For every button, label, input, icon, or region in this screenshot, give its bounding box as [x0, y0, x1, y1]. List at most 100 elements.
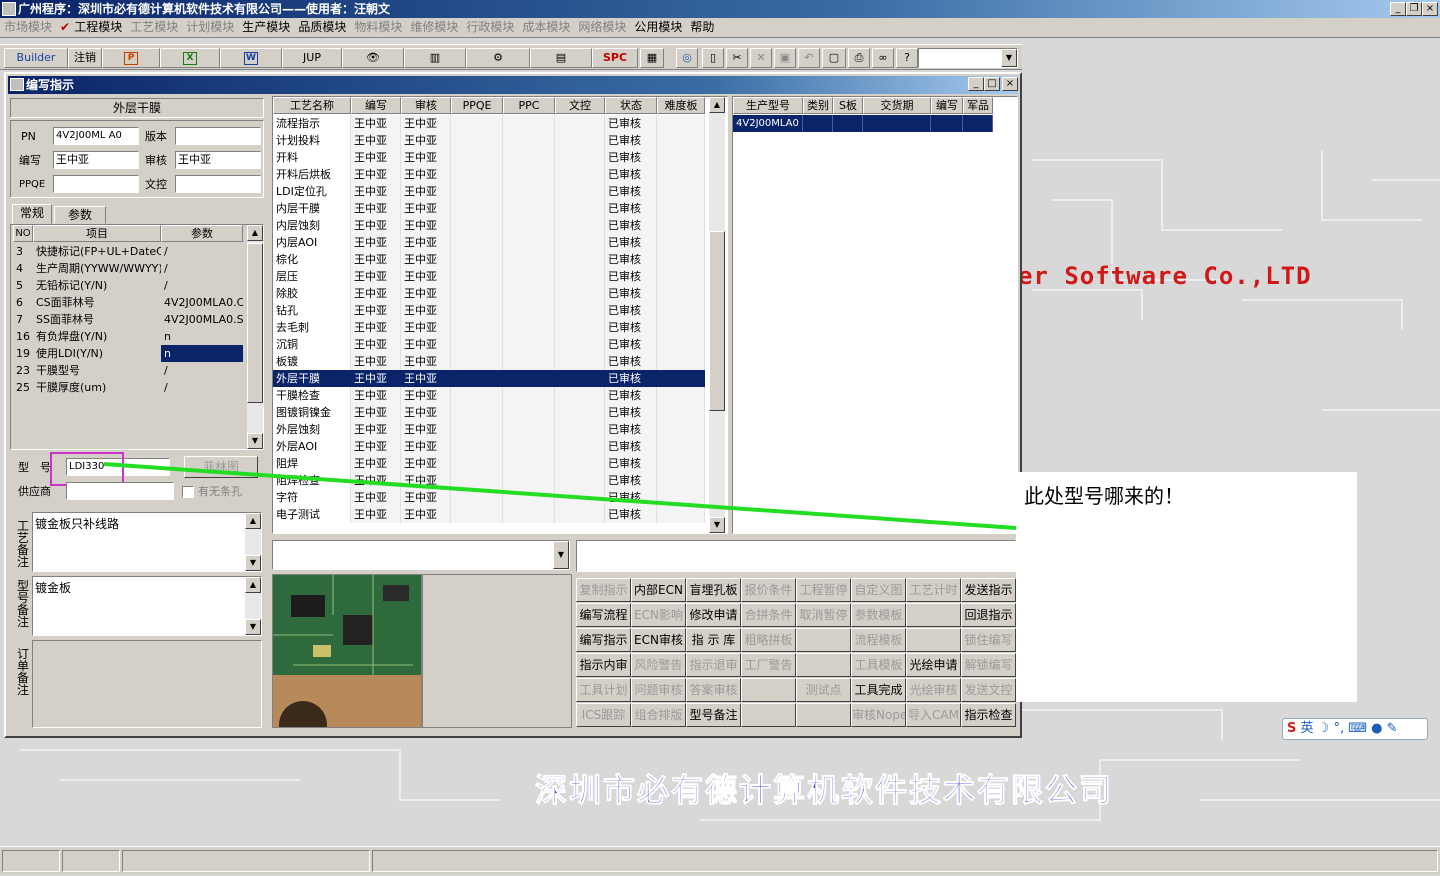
menu-item-2[interactable]: 工艺模块 — [126, 18, 182, 36]
action-button[interactable]: 工厂警告 — [741, 653, 796, 677]
action-button[interactable] — [796, 628, 851, 652]
param-row[interactable]: 3 快捷标记(FP+UL+DateC / — [11, 243, 245, 260]
binoculars-icon[interactable]: ∞ — [872, 48, 894, 68]
menu-item-5[interactable]: 品质模块 — [294, 18, 350, 36]
database-icon[interactable]: ▥ — [404, 48, 466, 68]
action-button[interactable]: 光绘申请 — [906, 653, 961, 677]
chevron-down-icon[interactable]: ▼ — [1001, 49, 1017, 67]
menu-item-9[interactable]: 成本模块 — [518, 18, 574, 36]
action-button[interactable]: 审核Nope — [851, 703, 906, 727]
browser-icon[interactable]: ◎ — [676, 48, 698, 68]
calculator-icon[interactable]: ▦ — [640, 48, 664, 68]
process-header[interactable]: 文控 — [555, 97, 605, 114]
product-header[interactable]: 交货期 — [863, 97, 931, 114]
process-row[interactable]: 外层干膜 王中亚 王中亚 已审核 — [273, 370, 705, 387]
ime-language[interactable]: 英 — [1301, 721, 1314, 736]
scroll-up-icon[interactable]: ▲ — [709, 97, 725, 113]
scroll-up-icon[interactable]: ▲ — [247, 225, 263, 241]
action-button[interactable]: 测试点 — [796, 678, 851, 702]
print-preview-icon[interactable]: ▤ — [530, 48, 592, 68]
process-row[interactable]: 内层AOI 王中亚 王中亚 已审核 — [273, 234, 705, 251]
action-button[interactable]: 答案审核 — [686, 678, 741, 702]
action-button[interactable]: ECN审核 — [631, 628, 686, 652]
scissors-icon[interactable]: ✂ — [726, 48, 748, 68]
scroll-down-icon[interactable]: ▼ — [247, 433, 263, 449]
logout-button[interactable]: 注销 — [68, 48, 102, 68]
ppqe-field[interactable] — [53, 175, 139, 193]
action-button[interactable]: 锁住编写 — [961, 628, 1016, 652]
action-button[interactable]: 工程暂停 — [796, 578, 851, 602]
product-row[interactable]: 4V2J00MLA0 — [733, 115, 993, 132]
product-header[interactable]: 军品 — [963, 97, 993, 114]
process-scrollbar[interactable]: ▲ ▼ — [709, 97, 725, 533]
process-row[interactable]: 电子测试 王中亚 王中亚 已审核 — [273, 506, 705, 523]
process-row[interactable]: 字符 王中亚 王中亚 已审核 — [273, 489, 705, 506]
word-icon[interactable]: W — [220, 48, 282, 68]
process-row[interactable]: 阻焊检查 王中亚 王中亚 已审核 — [273, 472, 705, 489]
tab-params[interactable]: 参数 — [54, 206, 106, 224]
action-button[interactable]: 导入CAM — [906, 703, 961, 727]
action-button[interactable]: 粗略拼板 — [741, 628, 796, 652]
action-button[interactable]: 流程模板 — [851, 628, 906, 652]
menu-item-1[interactable]: ✔ 工程模块 — [56, 18, 126, 36]
product-header[interactable]: 生产型号 — [733, 97, 803, 114]
window-maximize-button[interactable]: □ — [984, 77, 1000, 91]
model-note-area[interactable]: 镀金板 ▲ ▼ — [32, 576, 262, 636]
preview-icon[interactable]: ▢ — [822, 48, 846, 68]
process-row[interactable]: 图镀铜镍金 王中亚 王中亚 已审核 — [273, 404, 705, 421]
process-row[interactable]: 内层干膜 王中亚 王中亚 已审核 — [273, 200, 705, 217]
action-button[interactable]: 型号备注 — [686, 703, 741, 727]
scroll-up-icon[interactable]: ▲ — [245, 513, 261, 529]
process-row[interactable]: 钻孔 王中亚 王中亚 已审核 — [273, 302, 705, 319]
spc-button[interactable]: SPC — [592, 48, 638, 68]
toolbar-combobox[interactable]: ▼ — [918, 48, 1018, 68]
menu-item-12[interactable]: 帮助 — [686, 18, 718, 36]
param-row[interactable]: 19 使用LDI(Y/N) n — [11, 345, 245, 362]
pn-field[interactable]: 4V2J00ML A0 — [53, 127, 139, 145]
action-button[interactable]: 合拼条件 — [741, 603, 796, 627]
process-row[interactable]: 除胶 王中亚 王中亚 已审核 — [273, 285, 705, 302]
eye-icon[interactable]: 👁 — [342, 48, 404, 68]
param-row[interactable]: 16 有负焊盘(Y/N) n — [11, 328, 245, 345]
moon-icon[interactable]: ☽ — [1318, 721, 1330, 736]
process-row[interactable]: 棕化 王中亚 王中亚 已审核 — [273, 251, 705, 268]
supplier-field[interactable] — [66, 482, 174, 500]
process-header[interactable]: 编写 — [351, 97, 401, 114]
param-row[interactable]: 6 CS面菲林号 4V2J00MLA0.CS — [11, 294, 245, 311]
process-row[interactable]: 去毛刺 王中亚 王中亚 已审核 — [273, 319, 705, 336]
new-file-icon[interactable]: ▯ — [702, 48, 724, 68]
param-row[interactable]: 7 SS面菲林号 4V2J00MLA0.SS — [11, 311, 245, 328]
action-button[interactable] — [796, 703, 851, 727]
process-row[interactable]: 开料后烘板 王中亚 王中亚 已审核 — [273, 166, 705, 183]
scroll-thumb[interactable] — [247, 243, 263, 403]
user-icon[interactable]: ● — [1371, 721, 1382, 736]
menu-item-8[interactable]: 行政模块 — [462, 18, 518, 36]
process-header[interactable]: 状态 — [605, 97, 657, 114]
scroll-down-icon[interactable]: ▼ — [709, 517, 725, 533]
jup-button[interactable]: JUP — [282, 48, 342, 68]
action-button[interactable]: 解锁编写 — [961, 653, 1016, 677]
process-header[interactable]: 审核 — [401, 97, 451, 114]
close-button[interactable]: × — [1422, 2, 1438, 16]
action-button[interactable]: 问题审核 — [631, 678, 686, 702]
ppt-icon[interactable]: P — [102, 48, 160, 68]
action-button[interactable]: 工具计划 — [576, 678, 631, 702]
no-barcode-checkbox[interactable] — [182, 486, 194, 498]
process-row[interactable]: 内层蚀刻 王中亚 王中亚 已审核 — [273, 217, 705, 234]
order-note-area[interactable] — [32, 640, 262, 728]
action-button[interactable]: 指示内审 — [576, 653, 631, 677]
param-row[interactable]: 4 生产周期(YYWW/WWYY) / — [11, 260, 245, 277]
delete-icon[interactable]: ✕ — [750, 48, 772, 68]
param-row[interactable]: 23 干膜型号 / — [11, 362, 245, 379]
menu-item-6[interactable]: 物料模块 — [350, 18, 406, 36]
punctuation-icon[interactable]: °, — [1333, 721, 1344, 736]
scroll-down-icon[interactable]: ▼ — [245, 619, 261, 635]
doc-control-field[interactable] — [175, 175, 261, 193]
process-row[interactable]: 层压 王中亚 王中亚 已审核 — [273, 268, 705, 285]
gears-icon[interactable]: ⚙ — [466, 48, 530, 68]
process-row[interactable]: 板镀 王中亚 王中亚 已审核 — [273, 353, 705, 370]
product-header[interactable]: 类别 — [803, 97, 833, 114]
action-button[interactable]: 内部ECN — [631, 578, 686, 602]
chevron-down-icon[interactable]: ▼ — [553, 541, 569, 569]
process-row[interactable]: 外层蚀刻 王中亚 王中亚 已审核 — [273, 421, 705, 438]
